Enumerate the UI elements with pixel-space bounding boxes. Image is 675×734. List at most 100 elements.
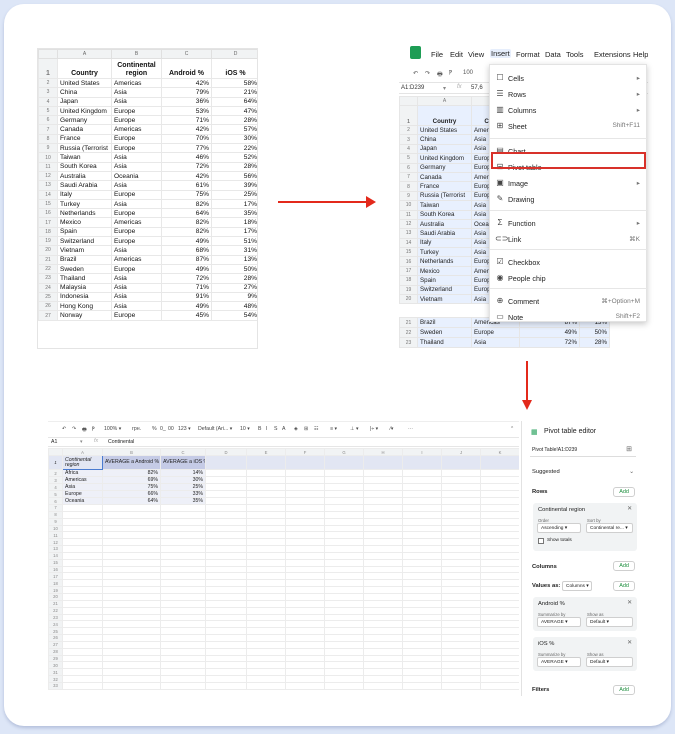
table-cell[interactable]: 36%	[161, 96, 212, 107]
table-cell[interactable]: United States	[417, 124, 472, 136]
row-number[interactable]: 17	[48, 572, 63, 581]
table-cell[interactable]: 27%	[211, 282, 257, 293]
empty-cell[interactable]	[363, 531, 403, 540]
row-number[interactable]: 14	[38, 189, 58, 200]
empty-cell[interactable]	[102, 627, 161, 636]
empty-cell[interactable]	[102, 675, 161, 683]
empty-cell[interactable]	[480, 558, 519, 567]
empty-cell[interactable]	[480, 681, 519, 690]
empty-cell[interactable]	[205, 675, 247, 683]
row-number[interactable]: 12	[48, 538, 63, 547]
empty-cell[interactable]	[62, 565, 103, 574]
empty-cell[interactable]	[285, 497, 325, 505]
empty-cell[interactable]	[205, 483, 247, 491]
empty-cell[interactable]	[285, 599, 325, 608]
empty-cell[interactable]	[441, 517, 481, 526]
empty-cell[interactable]	[480, 538, 519, 547]
header-cell[interactable]: Continental region	[111, 58, 162, 79]
empty-cell[interactable]	[102, 640, 161, 649]
table-cell[interactable]: 13%	[211, 254, 257, 265]
table-cell[interactable]: Canada	[417, 171, 472, 183]
empty-cell[interactable]	[441, 565, 481, 574]
empty-cell[interactable]	[285, 634, 325, 642]
empty-cell[interactable]	[102, 558, 161, 567]
row-number[interactable]: 3	[399, 134, 418, 145]
toolbar-item[interactable]: Ⲣ	[92, 426, 95, 433]
empty-cell[interactable]	[102, 592, 161, 601]
empty-cell[interactable]	[160, 640, 206, 649]
empty-cell[interactable]	[205, 668, 247, 677]
empty-cell[interactable]	[480, 490, 519, 498]
empty-cell[interactable]	[402, 469, 442, 477]
empty-cell[interactable]	[205, 517, 247, 526]
pivot-cell[interactable]: 64%	[102, 497, 161, 505]
table-cell[interactable]: Brazil	[417, 317, 472, 328]
row-number[interactable]: 8	[399, 181, 418, 192]
empty-cell[interactable]	[324, 455, 364, 470]
empty-cell[interactable]	[324, 675, 364, 683]
empty-cell[interactable]	[402, 647, 442, 656]
empty-cell[interactable]	[246, 504, 286, 512]
empty-cell[interactable]	[62, 647, 103, 656]
toolbar-item[interactable]: ⊥ ▾	[350, 426, 359, 432]
table-cell[interactable]: Asia	[111, 161, 162, 172]
empty-cell[interactable]	[205, 606, 247, 615]
empty-cell[interactable]	[402, 599, 442, 608]
empty-cell[interactable]	[480, 565, 519, 574]
empty-cell[interactable]	[160, 517, 206, 526]
table-cell[interactable]: 45%	[161, 310, 212, 321]
row-number[interactable]: 32	[48, 675, 63, 683]
empty-cell[interactable]	[402, 675, 442, 683]
empty-cell[interactable]	[324, 483, 364, 491]
empty-cell[interactable]	[285, 579, 325, 588]
empty-cell[interactable]	[480, 647, 519, 656]
table-cell[interactable]: Turkey	[57, 198, 112, 210]
table-cell[interactable]: Australia	[417, 218, 472, 230]
row-number[interactable]: 2	[48, 469, 63, 477]
toolbar-item[interactable]: ⋯	[408, 426, 413, 432]
empty-cell[interactable]	[480, 634, 519, 642]
empty-cell[interactable]	[62, 579, 103, 588]
table-cell[interactable]: 28%	[579, 337, 610, 348]
table-cell[interactable]: 28%	[211, 115, 257, 126]
row-number[interactable]: 17	[399, 265, 418, 277]
empty-cell[interactable]	[324, 661, 364, 670]
empty-cell[interactable]	[402, 510, 442, 519]
row-number[interactable]: 14	[48, 551, 63, 560]
pivot-cell[interactable]: 66%	[102, 490, 161, 498]
empty-cell[interactable]	[441, 497, 481, 505]
empty-cell[interactable]	[160, 675, 206, 683]
empty-cell[interactable]	[324, 613, 364, 622]
toolbar-item[interactable]: I	[266, 426, 267, 432]
pivot-cell[interactable]: Americas	[62, 476, 103, 484]
empty-cell[interactable]	[62, 510, 103, 519]
empty-cell[interactable]	[324, 654, 364, 663]
empty-cell[interactable]	[285, 490, 325, 498]
empty-cell[interactable]	[246, 620, 286, 629]
empty-cell[interactable]	[285, 668, 325, 677]
empty-cell[interactable]	[363, 675, 403, 683]
empty-cell[interactable]	[62, 531, 103, 540]
row-number[interactable]: 12	[38, 170, 58, 182]
row-number[interactable]: 19	[38, 236, 58, 247]
column-header[interactable]: D	[211, 49, 257, 59]
row-number[interactable]: 23	[399, 337, 418, 348]
pivot-cell[interactable]: 30%	[160, 476, 206, 484]
empty-cell[interactable]	[102, 551, 161, 560]
table-cell[interactable]: 70%	[161, 133, 212, 145]
empty-cell[interactable]	[480, 510, 519, 519]
empty-cell[interactable]	[441, 647, 481, 656]
empty-cell[interactable]	[402, 551, 442, 560]
empty-cell[interactable]	[402, 517, 442, 526]
empty-cell[interactable]	[102, 572, 161, 581]
table-cell[interactable]: Europe	[111, 115, 162, 126]
empty-cell[interactable]	[246, 668, 286, 677]
row-number[interactable]: 23	[38, 273, 58, 284]
empty-cell[interactable]	[480, 654, 519, 663]
toolbar-item[interactable]: S	[274, 426, 277, 432]
row-number[interactable]: 26	[38, 301, 58, 312]
table-cell[interactable]: Asia	[111, 87, 162, 98]
empty-cell[interactable]	[324, 551, 364, 560]
empty-cell[interactable]	[441, 572, 481, 581]
empty-cell[interactable]	[363, 545, 403, 553]
